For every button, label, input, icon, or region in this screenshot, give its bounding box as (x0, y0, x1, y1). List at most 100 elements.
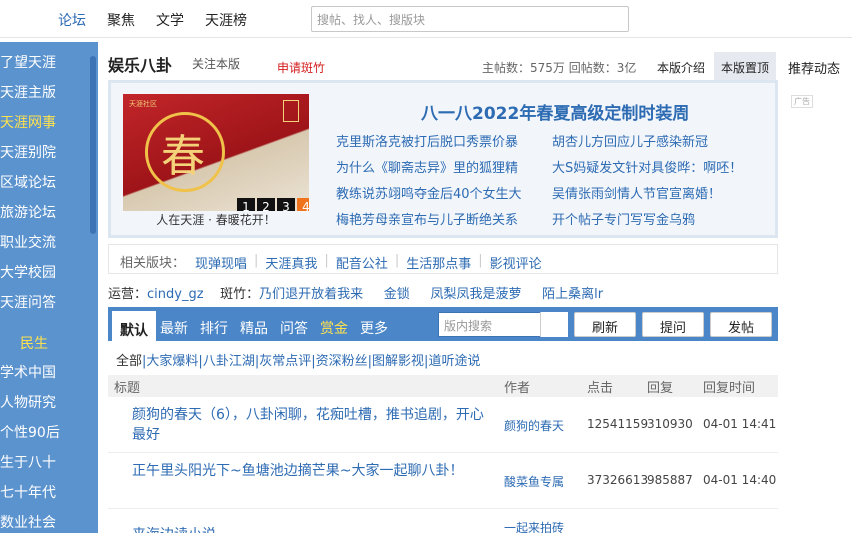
featured-link[interactable]: 教练说苏翊鸣夺金后40个女生大 (336, 183, 522, 202)
table-row[interactable]: 颜狗的春天（6），八卦闲聊，花痴吐槽，推书追剧，开心最好 颜狗的春天 12541… (108, 397, 778, 453)
tab-elite[interactable]: 精品 (240, 318, 268, 338)
col-reply-time: 回复时间 (703, 381, 756, 396)
sidebar-item-active[interactable]: 天涯网事 (0, 112, 56, 132)
related-links: 现弹现唱 | 天涯真我 | 配音公社 | 生活那点事 | 影视评论 (195, 253, 542, 272)
topnav-literature[interactable]: 文学 (156, 10, 184, 30)
pager-3[interactable]: 3 (277, 198, 295, 211)
pager-2[interactable]: 2 (257, 198, 275, 211)
ops-label: 运营： (108, 287, 148, 302)
sidebar-item[interactable]: 天涯别院 (0, 142, 56, 162)
sidebar-item[interactable]: 人物研究 (0, 392, 56, 412)
cat-link[interactable]: 道听途说 (428, 354, 480, 369)
banner-caption[interactable]: 人在天涯 · 春暖花开！ (123, 211, 309, 228)
topnav-focus[interactable]: 聚焦 (107, 10, 135, 30)
pager-4[interactable]: 4 (297, 198, 309, 211)
post-reply-time: 04-01 14:40 (703, 473, 777, 487)
global-search-input[interactable]: 搜帖、找人、搜版块 (311, 6, 629, 32)
post-title[interactable]: 颜狗的春天（6），八卦闲聊，花痴吐槽，推书追剧，开心最好 (132, 405, 492, 445)
related-link[interactable]: 现弹现唱 (195, 253, 247, 272)
sidebar-item[interactable]: 了望天涯 (0, 52, 56, 72)
forum-title: 娱乐八卦 (108, 56, 173, 75)
post-author[interactable]: 酸菜鱼专属 (504, 473, 564, 490)
refresh-button[interactable]: 刷新 (574, 312, 636, 337)
board-search-button[interactable] (540, 312, 568, 337)
cat-link[interactable]: 灰常点评 (259, 354, 311, 369)
follow-forum-link[interactable]: 关注本版 (192, 55, 240, 72)
sidebar-item[interactable]: 职业交流 (0, 232, 56, 252)
sidebar-item[interactable]: 数业社会 (0, 512, 56, 532)
sidebar-item[interactable]: 生于八十 (0, 452, 56, 472)
banner-logo: 天涯社区 (129, 100, 157, 108)
col-author: 作者 (504, 381, 531, 396)
sidebar-scrollbar[interactable] (90, 56, 96, 234)
separator: | (478, 253, 483, 268)
moderator-user[interactable]: 陌上桑离lr (542, 287, 603, 302)
tab-bounty[interactable]: 赏金 (320, 318, 348, 338)
banner-pager: 1 2 3 4 (235, 198, 309, 211)
cat-link[interactable]: 资深粉丝 (316, 354, 368, 369)
table-row[interactable]: 来海边读小说 一起来拍砖 (108, 509, 778, 533)
featured-link[interactable]: 克里斯洛克被打后脱口秀票价暴 (336, 131, 518, 150)
tab-qa[interactable]: 问答 (280, 318, 308, 338)
post-replies: 310930 (647, 417, 693, 431)
forum-stats: 主帖数：575万 回帖数：3亿 (482, 61, 637, 75)
featured-link[interactable]: 胡杏儿方回应儿子感染新冠 (552, 131, 708, 150)
apply-moderator-link[interactable]: 申请斑竹 (277, 59, 325, 76)
topnav-ranking[interactable]: 天涯榜 (205, 10, 247, 30)
sidebar-item[interactable]: 旅游论坛 (0, 202, 56, 222)
tab-more[interactable]: 更多 (360, 318, 388, 338)
featured-banner-image[interactable]: 天涯社区 春 1 2 3 4 (123, 94, 309, 211)
related-link[interactable]: 生活那点事 (406, 253, 471, 272)
featured-link[interactable]: 为什么《聊斋志异》里的狐狸精 (336, 157, 518, 176)
sidebar-section-title: 民生 (20, 336, 48, 352)
col-replies: 回复 (647, 381, 674, 396)
post-author[interactable]: 颜狗的春天 (504, 417, 564, 434)
related-link[interactable]: 影视评论 (490, 253, 542, 272)
ad-badge: 广告 (791, 95, 813, 108)
topnav-forum[interactable]: 论坛 (58, 10, 86, 30)
related-label: 相关版块： (120, 256, 186, 271)
new-post-button[interactable]: 发帖 (710, 312, 772, 337)
banner-glyph: 春 (161, 131, 205, 182)
sidebar-item[interactable]: 天涯问答 (0, 292, 56, 312)
featured-link[interactable]: 开个帖子专门写写金乌鸦 (552, 209, 695, 228)
cat-link[interactable]: 大家爆料 (146, 354, 198, 369)
post-title[interactable]: 正午里头阳光下~鱼塘池边摘芒果~大家一起聊八卦！ (132, 461, 502, 481)
featured-link[interactable]: 大S妈疑发文针对具俊晔：啊呸！ (552, 157, 742, 176)
sidebar-item[interactable]: 天涯主版 (0, 82, 56, 102)
tab-forum-intro[interactable]: 本版介绍 (657, 59, 705, 76)
post-title[interactable]: 来海边读小说 (132, 525, 216, 533)
sidebar-item[interactable]: 大学校园 (0, 262, 56, 282)
post-clicks: 12541159 (587, 417, 649, 431)
cat-link[interactable]: 八卦江湖 (203, 354, 255, 369)
tab-forum-pinned[interactable]: 本版置顶 (714, 52, 776, 80)
sidebar-item[interactable]: 个性90后 (0, 422, 60, 442)
moderator-user[interactable]: 凤梨凤我是菠萝 (430, 287, 521, 302)
sidebar-item[interactable]: 学术中国 (0, 362, 56, 382)
tab-latest[interactable]: 最新 (160, 318, 188, 338)
moderator-user[interactable]: 金锁 (384, 287, 410, 302)
tab-default[interactable]: 默认 (112, 311, 156, 345)
table-row[interactable]: 正午里头阳光下~鱼塘池边摘芒果~大家一起聊八卦！ 酸菜鱼专属 37326613 … (108, 453, 778, 509)
banner-seal-icon (283, 100, 299, 122)
related-link[interactable]: 天涯真我 (265, 253, 317, 272)
tab-ranking[interactable]: 排行 (200, 318, 228, 338)
sidebar-item[interactable]: 七十年代 (0, 482, 56, 502)
post-replies: 985887 (647, 473, 693, 487)
featured-link[interactable]: 吴倩张雨剑情人节官宣离婚！ (552, 183, 721, 202)
cat-all[interactable]: 全部 (116, 354, 142, 369)
sidebar-item[interactable]: 区域论坛 (0, 172, 56, 192)
featured-box: 天涯社区 春 1 2 3 4 人在天涯 · 春暖花开！ 八一八2022年春夏高级… (108, 80, 778, 238)
cat-link[interactable]: 图解影视 (372, 354, 424, 369)
related-link[interactable]: 配音公社 (336, 253, 388, 272)
pager-1[interactable]: 1 (237, 198, 255, 211)
featured-link[interactable]: 梅艳芳母亲宣布与儿子断绝关系 (336, 209, 518, 228)
moderator-user[interactable]: 乃们退开放着我来 (259, 287, 363, 302)
tab-recommended[interactable]: 推荐动态 (788, 58, 840, 77)
ops-user[interactable]: cindy_gz (147, 287, 204, 302)
separator: | (254, 253, 259, 268)
ask-button[interactable]: 提问 (642, 312, 704, 337)
separator: | (324, 253, 329, 268)
post-author[interactable]: 一起来拍砖 (504, 519, 564, 533)
featured-title[interactable]: 八一八2022年春夏高级定制时装周 (421, 99, 689, 124)
